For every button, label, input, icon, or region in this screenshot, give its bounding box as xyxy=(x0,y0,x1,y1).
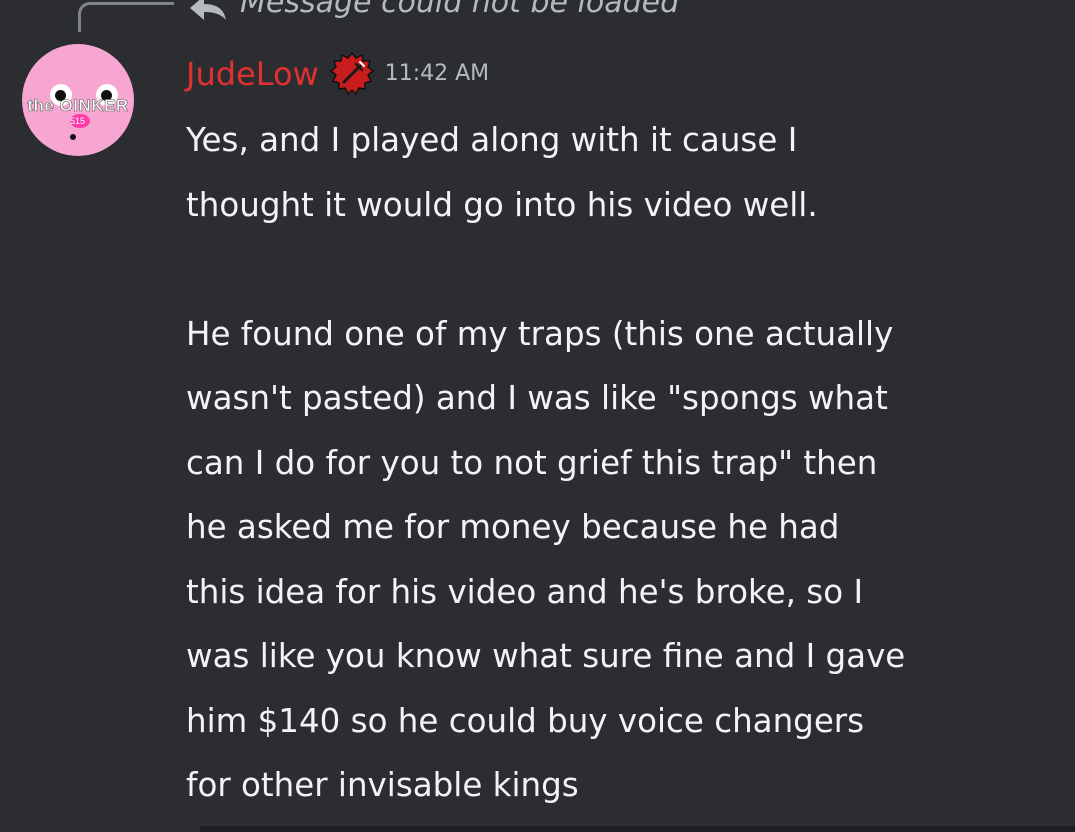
message-header: JudeLow 11:42 AM xyxy=(186,51,489,97)
role-badge-icon[interactable] xyxy=(329,51,375,97)
avatar-label: the OINKER xyxy=(27,96,129,116)
message-paragraph-2: He found one of my traps (this one actua… xyxy=(186,314,906,805)
message-content: Yes, and I played along with it cause I … xyxy=(186,108,1066,818)
avatar-sublabel: 515 xyxy=(70,116,86,126)
reply-arrow-icon xyxy=(190,0,226,20)
reply-connector-line xyxy=(78,2,174,32)
bottom-divider xyxy=(200,826,1075,832)
avatar[interactable]: the OINKER 515 xyxy=(22,44,134,156)
username[interactable]: JudeLow xyxy=(186,54,319,94)
message-paragraph-1: Yes, and I played along with it cause I … xyxy=(186,121,818,224)
message-timestamp[interactable]: 11:42 AM xyxy=(385,54,489,94)
avatar-mouth xyxy=(70,134,76,140)
reply-preview-text[interactable]: Message could not be loaded xyxy=(240,0,679,18)
